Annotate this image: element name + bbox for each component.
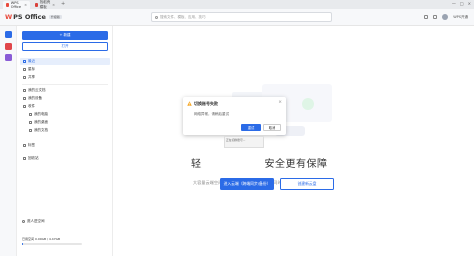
tab-close-icon[interactable]: × <box>52 3 55 7</box>
sidebar-item-label: 共享 <box>28 75 35 79</box>
desktop-icon <box>29 121 32 124</box>
tab-wps-office[interactable]: WPS Office × <box>3 1 30 9</box>
open-button[interactable]: 打开 <box>22 42 108 51</box>
retry-button[interactable]: 重试 <box>241 124 261 131</box>
divider <box>22 84 108 85</box>
app-header: W PS Office 升级版 搜索文件、模板、应用、技巧 WPS开通 <box>0 9 474 26</box>
sidebar-item-cloud[interactable]: 我的云文档 <box>20 87 110 94</box>
header-right: WPS开通 <box>424 14 468 20</box>
computer-icon <box>29 113 32 116</box>
sidebar-item-label: 我的文档 <box>34 128 48 132</box>
maximize-button[interactable]: □ <box>460 1 464 6</box>
storage-text: 已用空间 0.00GB / 4.47GB <box>22 237 60 241</box>
storage-bar <box>22 243 82 245</box>
cancel-button[interactable]: 取消 <box>263 124 281 131</box>
star-icon <box>23 68 26 71</box>
sidebar-item-trash[interactable]: 回收站 <box>20 155 110 162</box>
brand-w: W <box>5 13 13 21</box>
wps-logo-icon <box>6 3 9 7</box>
storage-bar-fill <box>22 243 24 245</box>
sidebar-item-shared[interactable]: 共享 <box>20 74 110 81</box>
sidebar-item-devices[interactable]: 我的设备 <box>20 95 110 102</box>
device-icon <box>23 97 26 100</box>
dialog-title: 切换账号失败 <box>194 101 218 106</box>
close-window-button[interactable]: × <box>468 1 471 6</box>
sidebar-item-recent[interactable]: 最近 <box>20 58 110 65</box>
sidebar-item-star[interactable]: 星标 <box>20 66 110 73</box>
tab-label: WPS Office <box>10 1 21 9</box>
home-icon[interactable] <box>5 31 12 38</box>
enter-cloud-button[interactable]: 进入云端（跨端同步/备份） <box>220 178 274 190</box>
brand-badge[interactable]: 升级版 <box>48 15 62 19</box>
sidebar-item-label: 我的云文档 <box>28 88 46 92</box>
app-rail <box>0 26 17 256</box>
folder-icon <box>29 129 32 132</box>
trash-icon <box>23 157 26 160</box>
search-placeholder: 搜索文件、模板、应用、技巧 <box>160 14 206 19</box>
search-icon <box>155 15 158 19</box>
sidebar: + 新建 打开 最近 星标 共享 我的云文档 我的设备 收件 我的电脑 我的桌面… <box>17 26 113 256</box>
brand: W PS Office 升级版 <box>5 13 62 21</box>
brand-name: PS Office <box>13 13 46 21</box>
sidebar-item-documents[interactable]: 我的文档 <box>20 127 110 134</box>
tab-template[interactable]: 找稻壳模板 × <box>32 0 58 9</box>
sidebar-item-label: 我的设备 <box>28 96 42 100</box>
dialog-close-icon[interactable]: × <box>278 100 282 105</box>
account-label[interactable]: WPS开通 <box>453 15 468 20</box>
template-icon <box>35 3 38 7</box>
dialog-message: 网络异常，请稍后重试 <box>194 112 229 116</box>
sidebar-item-label: 我的桌面 <box>34 120 48 124</box>
create-cloud-button[interactable]: 创建新云盘 <box>280 178 334 190</box>
new-tab-button[interactable]: + <box>61 1 65 7</box>
minimize-button[interactable]: — <box>452 1 456 6</box>
apps-icon[interactable] <box>5 54 12 61</box>
slogan-occluder <box>202 152 264 169</box>
title-bar: WPS Office × 找稻壳模板 × + — □ × <box>0 0 474 9</box>
invite-icon <box>22 220 25 223</box>
new-button[interactable]: + 新建 <box>22 31 108 40</box>
invite-button[interactable]: 邀人进空间 <box>22 219 45 224</box>
sidebar-item-label: 星标 <box>28 67 35 71</box>
tag-icon <box>23 144 26 147</box>
invite-label: 邀人进空间 <box>27 219 45 223</box>
status-tooltip: 正在切换账号... <box>224 136 264 148</box>
window-controls: — □ × <box>452 1 471 6</box>
sidebar-item-tags[interactable]: 标签 <box>20 142 110 149</box>
settings-icon[interactable] <box>433 15 438 19</box>
avatar[interactable] <box>442 14 449 20</box>
sidebar-item-desktop[interactable]: 我的桌面 <box>20 119 110 126</box>
sidebar-item-inbox[interactable]: 收件 <box>20 103 110 110</box>
warning-icon <box>187 101 192 106</box>
inbox-icon <box>23 105 26 108</box>
sidebar-item-label: 回收站 <box>28 156 39 160</box>
cloud-icon <box>23 89 26 92</box>
sidebar-item-label: 最近 <box>28 59 35 63</box>
illus-check-icon <box>302 98 314 110</box>
sidebar-item-my-computer[interactable]: 我的电脑 <box>20 111 110 118</box>
clock-icon <box>23 60 26 63</box>
skin-icon[interactable] <box>424 15 429 19</box>
share-icon <box>23 76 26 79</box>
search-input[interactable]: 搜索文件、模板、应用、技巧 <box>151 12 332 22</box>
tab-close-icon[interactable]: × <box>24 3 27 7</box>
sidebar-item-label: 收件 <box>28 104 35 108</box>
sidebar-item-label: 我的电脑 <box>34 112 48 116</box>
docer-icon[interactable] <box>5 43 12 50</box>
sidebar-item-label: 标签 <box>28 143 35 147</box>
